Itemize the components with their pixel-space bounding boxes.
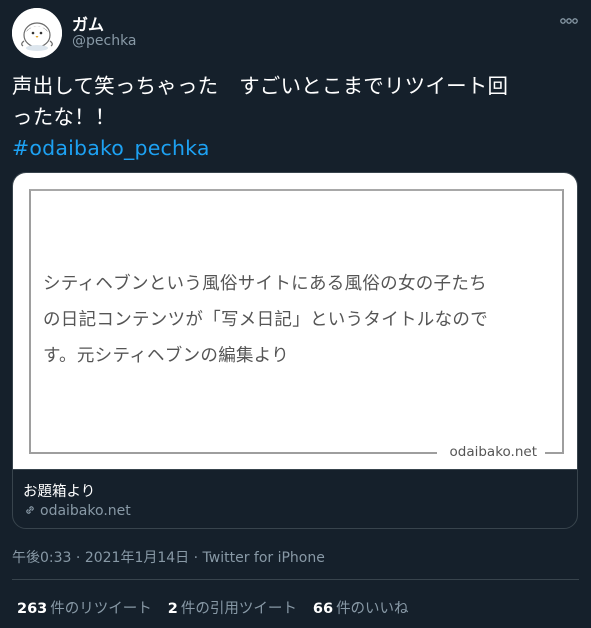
card-quote-text: シティヘブンという風俗サイトにある風俗の女の子たち の日記コンテンツが「写メ日記…	[43, 266, 553, 374]
tweet-text-line: 声出して笑っちゃった すごいとこまでリツイート回	[12, 74, 509, 98]
tweet-source[interactable]: Twitter for iPhone	[203, 550, 325, 566]
quotes-stat[interactable]: 2 件の引用ツイート	[168, 597, 297, 618]
tweet-meta: 午後0:33 · 2021年1月14日 · Twitter for iPhone	[12, 547, 325, 567]
tweet-text-line: ったな！！	[12, 105, 116, 129]
tweet: ガム @pechka 声出して笑っちゃった すごいとこまでリツイート回 ったな！…	[0, 0, 591, 628]
meta-separator: ·	[189, 550, 203, 566]
meta-separator: ·	[71, 550, 85, 566]
display-name[interactable]: ガム	[72, 11, 104, 35]
tweet-time[interactable]: 午後0:33	[12, 550, 71, 566]
card-watermark: odaibako.net	[449, 444, 538, 460]
link-card[interactable]: シティヘブンという風俗サイトにある風俗の女の子たち の日記コンテンツが「写メ日記…	[12, 172, 578, 529]
likes-stat[interactable]: 66 件のいいね	[313, 597, 409, 618]
tweet-text: 声出して笑っちゃった すごいとこまでリツイート回 ったな！！ #odaibako…	[12, 71, 578, 164]
retweets-label: 件のリツイート	[50, 601, 152, 617]
quotes-label: 件の引用ツイート	[180, 601, 297, 617]
card-title: お題箱より	[23, 484, 96, 500]
penguin-avatar-icon	[12, 8, 62, 58]
link-icon	[26, 506, 34, 514]
tweet-stats: 263 件のリツイート 2 件の引用ツイート 66 件のいいね	[17, 597, 425, 618]
card-divider	[13, 469, 577, 470]
card-domain-text: odaibako.net	[40, 503, 131, 519]
retweets-count: 263	[17, 601, 48, 617]
avatar[interactable]	[12, 8, 62, 58]
card-domain: odaibako.net	[23, 503, 131, 519]
more-icon[interactable]	[556, 8, 582, 34]
likes-count: 66	[312, 601, 334, 617]
quotes-count: 2	[167, 601, 178, 617]
card-image: シティヘブンという風俗サイトにある風俗の女の子たち の日記コンテンツが「写メ日記…	[13, 173, 577, 469]
card-quote-line: シティヘブンという風俗サイトにある風俗の女の子たち	[43, 274, 487, 294]
tweet-date[interactable]: 2021年1月14日	[85, 550, 189, 566]
retweets-stat[interactable]: 263 件のリツイート	[17, 597, 152, 618]
card-quote-line: の日記コンテンツが「写メ日記」というタイトルなので	[43, 310, 488, 330]
hashtag-link[interactable]: #odaibako_pechka	[12, 133, 578, 164]
card-quote-line: す。元シティヘブンの編集より	[43, 346, 290, 366]
divider	[12, 579, 579, 580]
user-handle[interactable]: @pechka	[72, 33, 137, 49]
likes-label: 件のいいね	[336, 601, 409, 617]
